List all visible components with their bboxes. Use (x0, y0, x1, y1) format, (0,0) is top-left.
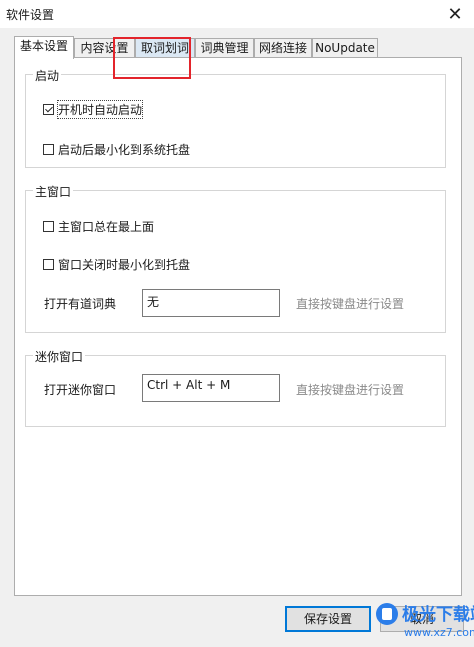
group-mini-window-title: 迷你窗口 (33, 348, 86, 365)
group-startup-title: 启动 (33, 67, 62, 84)
tab-dictionary-management[interactable]: 词典管理 (195, 38, 254, 57)
hotkey-open-dictionary-hint: 直接按键盘进行设置 (296, 297, 405, 311)
checkbox-icon[interactable] (43, 259, 54, 270)
tab-noupdate[interactable]: NoUpdate (312, 38, 378, 57)
watermark-logo-icon (376, 603, 398, 625)
save-button[interactable]: 保存设置 (285, 606, 371, 632)
option-autostart-label: 开机时自动启动 (56, 100, 144, 119)
option-always-on-top-label: 主窗口总在最上面 (58, 220, 155, 234)
hotkey-open-mini-window-hint: 直接按键盘进行设置 (296, 383, 405, 397)
hotkey-open-mini-window-input[interactable]: Ctrl + Alt + M (142, 374, 280, 402)
checkbox-icon[interactable] (43, 144, 54, 155)
option-autostart[interactable]: 开机时自动启动 (43, 100, 144, 119)
checkbox-checked-icon[interactable] (43, 104, 54, 115)
hotkey-open-dictionary-label: 打开有道词典 (44, 297, 117, 311)
option-minimize-on-start-label: 启动后最小化到系统托盘 (58, 143, 191, 157)
hotkey-open-mini-window-label: 打开迷你窗口 (44, 383, 117, 397)
title-bar: 软件设置 ✕ (0, 0, 474, 28)
option-minimize-to-tray-on-close[interactable]: 窗口关闭时最小化到托盘 (43, 256, 190, 273)
highlight-annotation-box (113, 37, 191, 79)
checkbox-icon[interactable] (43, 221, 54, 232)
tab-network[interactable]: 网络连接 (254, 38, 312, 57)
window-title: 软件设置 (6, 8, 55, 22)
option-minimize-to-tray-on-close-label: 窗口关闭时最小化到托盘 (58, 258, 191, 272)
watermark-url: www.xz7.com (404, 626, 474, 639)
group-main-window-title: 主窗口 (33, 183, 74, 200)
option-always-on-top[interactable]: 主窗口总在最上面 (43, 218, 154, 235)
close-icon: ✕ (447, 3, 463, 25)
watermark-name: 极光下载站 (402, 605, 474, 625)
watermark: 极光下载站 www.xz7.com (376, 593, 474, 647)
tab-basic-settings[interactable]: 基本设置 (14, 36, 74, 59)
hotkey-open-dictionary-input[interactable]: 无 (142, 289, 280, 317)
option-minimize-on-start[interactable]: 启动后最小化到系统托盘 (43, 141, 190, 158)
close-button[interactable]: ✕ (440, 0, 470, 28)
